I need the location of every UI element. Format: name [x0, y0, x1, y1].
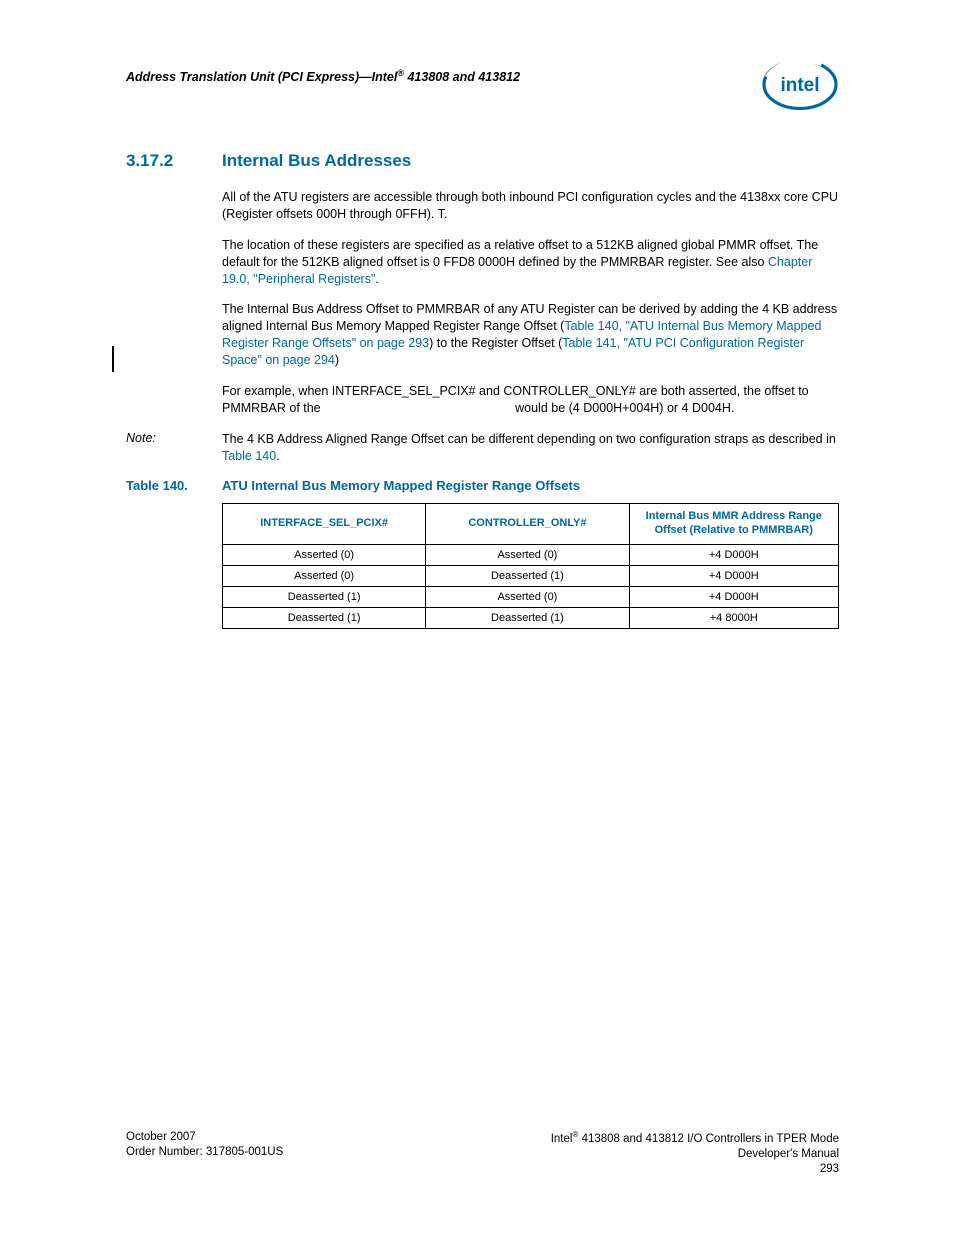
body-column: All of the ATU registers are accessible … [222, 189, 839, 417]
intel-logo: intel [761, 58, 839, 111]
footer-date: October 2007 [126, 1130, 283, 1145]
table-row: Deasserted (1) Deasserted (1) +4 8000H [223, 607, 839, 628]
table-caption: Table 140. ATU Internal Bus Memory Mappe… [126, 478, 839, 493]
registered-mark: ® [397, 68, 404, 78]
footer-manual-label: Developer's Manual [551, 1147, 839, 1162]
table-cell: Deasserted (1) [426, 565, 629, 586]
note-row: Note: The 4 KB Address Aligned Range Off… [126, 431, 839, 465]
table-row: Asserted (0) Asserted (0) +4 D000H [223, 544, 839, 565]
para2-text-a: The location of these registers are spec… [222, 238, 818, 269]
table-cell: +4 8000H [629, 607, 838, 628]
footer-left: October 2007 Order Number: 317805-001US [126, 1130, 283, 1177]
section-heading: 3.17.2 Internal Bus Addresses [126, 151, 839, 171]
header-title: Address Translation Unit (PCI Express)—I… [126, 58, 520, 84]
section-title: Internal Bus Addresses [222, 151, 411, 171]
paragraph-4: For example, when INTERFACE_SEL_PCIX# an… [222, 383, 839, 417]
footer-doc-suffix: 413808 and 413812 I/O Controllers in TPE… [578, 1133, 839, 1145]
paragraph-1: All of the ATU registers are accessible … [222, 189, 839, 223]
table-cell: +4 D000H [629, 544, 838, 565]
table-cell: Asserted (0) [426, 544, 629, 565]
page: Address Translation Unit (PCI Express)—I… [0, 0, 954, 1235]
header-title-prefix: Address Translation Unit (PCI Express)—I… [126, 70, 397, 84]
change-bar [112, 346, 114, 372]
page-header: Address Translation Unit (PCI Express)—I… [126, 58, 839, 111]
note-body: The 4 KB Address Aligned Range Offset ca… [222, 431, 839, 465]
link-table-140-note[interactable]: Table 140 [222, 449, 276, 463]
table-cell: +4 D000H [629, 565, 838, 586]
footer-right: Intel® 413808 and 413812 I/O Controllers… [551, 1130, 839, 1177]
table-cell: Asserted (0) [223, 544, 426, 565]
table-140: INTERFACE_SEL_PCIX# CONTROLLER_ONLY# Int… [222, 503, 839, 629]
note-label: Note: [126, 431, 222, 465]
para3-text-c: ) [335, 353, 339, 367]
footer-doc-title: Intel® 413808 and 413812 I/O Controllers… [551, 1130, 839, 1147]
th-mmr-offset: Internal Bus MMR Address Range Offset (R… [629, 504, 838, 545]
th-interface-sel: INTERFACE_SEL_PCIX# [223, 504, 426, 545]
table-header-row: INTERFACE_SEL_PCIX# CONTROLLER_ONLY# Int… [223, 504, 839, 545]
section-number: 3.17.2 [126, 151, 222, 171]
footer-order-number: Order Number: 317805-001US [126, 1145, 283, 1160]
table-cell: Deasserted (1) [223, 586, 426, 607]
table-cell: +4 D000H [629, 586, 838, 607]
table-caption-number: Table 140. [126, 478, 222, 493]
para2-text-b: . [375, 272, 378, 286]
table-row: Deasserted (1) Asserted (0) +4 D000H [223, 586, 839, 607]
table-cell: Deasserted (1) [426, 607, 629, 628]
header-title-suffix: 413808 and 413812 [404, 70, 520, 84]
svg-text:intel: intel [780, 75, 819, 96]
paragraph-3: The Internal Bus Address Offset to PMMRB… [222, 301, 839, 369]
table-cell: Asserted (0) [223, 565, 426, 586]
para3-text-b: ) to the Register Offset ( [429, 336, 562, 350]
footer-intel-prefix: Intel [551, 1133, 573, 1145]
table-cell: Deasserted (1) [223, 607, 426, 628]
page-footer: October 2007 Order Number: 317805-001US … [126, 1130, 839, 1177]
paragraph-2: The location of these registers are spec… [222, 237, 839, 288]
note-text-b: . [276, 449, 279, 463]
footer-page-number: 293 [551, 1162, 839, 1177]
table-cell: Asserted (0) [426, 586, 629, 607]
th-controller-only: CONTROLLER_ONLY# [426, 504, 629, 545]
table-caption-title: ATU Internal Bus Memory Mapped Register … [222, 478, 580, 493]
table-row: Asserted (0) Deasserted (1) +4 D000H [223, 565, 839, 586]
note-text-a: The 4 KB Address Aligned Range Offset ca… [222, 432, 836, 446]
